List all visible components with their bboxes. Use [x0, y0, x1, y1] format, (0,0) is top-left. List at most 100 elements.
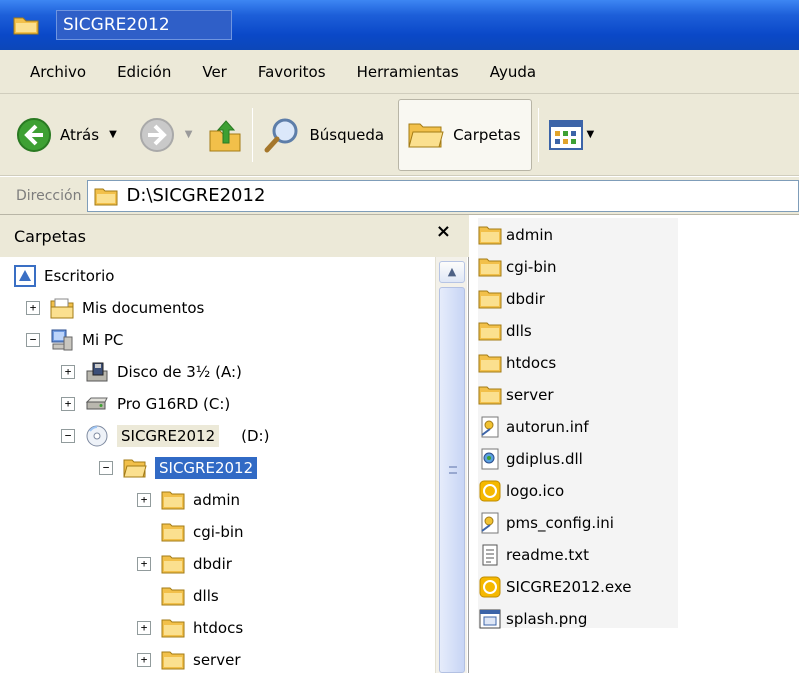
file-name: cgi-bin	[506, 258, 557, 276]
expand-icon[interactable]: +	[61, 397, 75, 411]
image-file-icon	[479, 609, 501, 629]
tree-label: server	[193, 651, 241, 669]
close-icon[interactable]: ×	[436, 221, 451, 242]
tree-label: SICGRE2012	[155, 457, 258, 479]
forward-button[interactable]: ▼	[135, 103, 197, 167]
tree-item-floppy[interactable]: + Disco de 3½ (A:)	[61, 357, 242, 387]
address-value: D:\SICGRE2012	[126, 185, 266, 206]
tree-item-dlls[interactable]: dlls	[151, 581, 219, 611]
file-item-autorun[interactable]: autorun.inf	[478, 411, 589, 443]
scroll-up-button[interactable]: ▲	[439, 261, 465, 283]
file-name: admin	[506, 226, 553, 244]
file-item-dlls[interactable]: dlls	[478, 315, 532, 347]
back-dropdown-icon[interactable]: ▼	[109, 129, 117, 140]
file-item-cgi-bin[interactable]: cgi-bin	[478, 251, 557, 283]
folders-icon	[408, 123, 444, 147]
tree-label: Escritorio	[44, 267, 115, 285]
views-dropdown-icon[interactable]: ▼	[587, 129, 595, 140]
file-name: dlls	[506, 322, 532, 340]
file-name: htdocs	[506, 354, 557, 372]
file-item-splash[interactable]: splash.png	[478, 603, 587, 635]
menu-herramientas[interactable]: Herramientas	[357, 63, 459, 81]
tree-label: Disco de 3½ (A:)	[117, 363, 242, 381]
menu-edicion[interactable]: Edición	[117, 63, 171, 81]
tree-item-mis-documentos[interactable]: + Mis documentos	[26, 293, 204, 323]
file-item-htdocs[interactable]: htdocs	[478, 347, 556, 379]
text-file-icon	[482, 544, 498, 566]
folder-icon	[161, 523, 185, 542]
tree-item-server[interactable]: + server	[137, 645, 240, 673]
tree-item-mi-pc[interactable]: − Mi PC	[26, 325, 123, 355]
tree-label: admin	[193, 491, 240, 509]
expand-icon[interactable]: +	[137, 493, 151, 507]
file-item-sicgre-exe[interactable]: SICGRE2012.exe	[478, 571, 632, 603]
up-folder-icon	[209, 119, 241, 151]
settings-file-icon	[481, 512, 499, 534]
expand-icon[interactable]: +	[137, 621, 151, 635]
views-button[interactable]: ▼	[545, 103, 599, 167]
exe-file-icon	[479, 576, 501, 598]
menu-favoritos[interactable]: Favoritos	[258, 63, 326, 81]
file-item-admin[interactable]: admin	[478, 219, 553, 251]
file-item-dbdir[interactable]: dbdir	[478, 283, 545, 315]
folders-label: Carpetas	[453, 125, 521, 144]
file-item-logo[interactable]: logo.ico	[478, 475, 564, 507]
search-icon	[264, 118, 298, 152]
back-button[interactable]: Atrás ▼	[12, 103, 121, 167]
tree-label: Mi PC	[82, 331, 124, 349]
file-list: admin cgi-bin dbdir dlls htdocs server a…	[470, 215, 799, 673]
title-bar[interactable]: SICGRE2012	[0, 0, 799, 50]
collapse-icon[interactable]: −	[26, 333, 40, 347]
search-button[interactable]: Búsqueda	[259, 103, 388, 167]
toolbar-separator-2	[537, 107, 539, 162]
address-field[interactable]: D:\SICGRE2012	[87, 179, 799, 212]
menu-bar: Archivo Edición Ver Favoritos Herramient…	[0, 50, 799, 94]
folder-icon	[478, 322, 502, 341]
tree-item-htdocs[interactable]: + htdocs	[137, 613, 243, 643]
tree-item-drive-d[interactable]: − SICGRE2012 (D:)	[61, 421, 269, 451]
tree-label: htdocs	[193, 619, 244, 637]
folder-icon	[161, 619, 185, 638]
scroll-thumb[interactable]	[439, 287, 465, 673]
folders-button[interactable]: Carpetas	[398, 98, 532, 171]
tree-item-sicgre2012-folder[interactable]: − SICGRE2012	[99, 453, 258, 483]
collapse-icon[interactable]: −	[99, 461, 113, 475]
floppy-drive-icon	[86, 362, 108, 382]
forward-dropdown-icon[interactable]: ▼	[185, 129, 193, 140]
file-item-pms-config[interactable]: pms_config.ini	[478, 507, 614, 539]
menu-ver[interactable]: Ver	[202, 63, 227, 81]
vertical-scrollbar[interactable]: ▲	[435, 257, 467, 673]
file-name: logo.ico	[506, 482, 565, 500]
folder-open-icon	[123, 459, 147, 478]
window-title: SICGRE2012	[56, 10, 232, 40]
tree-item-admin[interactable]: + admin	[137, 485, 240, 515]
file-item-gdiplus[interactable]: gdiplus.dll	[478, 443, 583, 475]
tree-item-drive-c[interactable]: + Pro G16RD (C:)	[61, 389, 230, 419]
folders-pane: Carpetas × ▲ Escritorio + Mis documentos…	[0, 215, 469, 673]
expand-icon[interactable]: +	[137, 653, 151, 667]
folder-icon	[161, 587, 185, 606]
file-name: dbdir	[506, 290, 545, 308]
menu-archivo[interactable]: Archivo	[30, 63, 86, 81]
tree-label: SICGRE2012	[117, 425, 220, 447]
expand-icon[interactable]: +	[26, 301, 40, 315]
up-folder-button[interactable]	[204, 103, 246, 167]
collapse-icon[interactable]: −	[61, 429, 75, 443]
menu-ayuda[interactable]: Ayuda	[490, 63, 536, 81]
file-item-server[interactable]: server	[478, 379, 553, 411]
folder-icon	[161, 491, 185, 510]
settings-file-icon	[481, 416, 499, 438]
expand-icon[interactable]: +	[137, 557, 151, 571]
tree-label: dbdir	[193, 555, 232, 573]
file-item-readme[interactable]: readme.txt	[478, 539, 589, 571]
forward-arrow-icon	[139, 117, 174, 152]
tree-item-escritorio[interactable]: Escritorio	[14, 261, 114, 291]
tree-label: Pro G16RD (C:)	[117, 395, 231, 413]
file-name: readme.txt	[506, 546, 590, 564]
folder-icon	[478, 354, 502, 373]
file-name: pms_config.ini	[506, 514, 614, 532]
tree-item-cgi-bin[interactable]: cgi-bin	[151, 517, 244, 547]
tree-item-dbdir[interactable]: + dbdir	[137, 549, 232, 579]
expand-icon[interactable]: +	[61, 365, 75, 379]
file-name: SICGRE2012.exe	[506, 578, 632, 596]
